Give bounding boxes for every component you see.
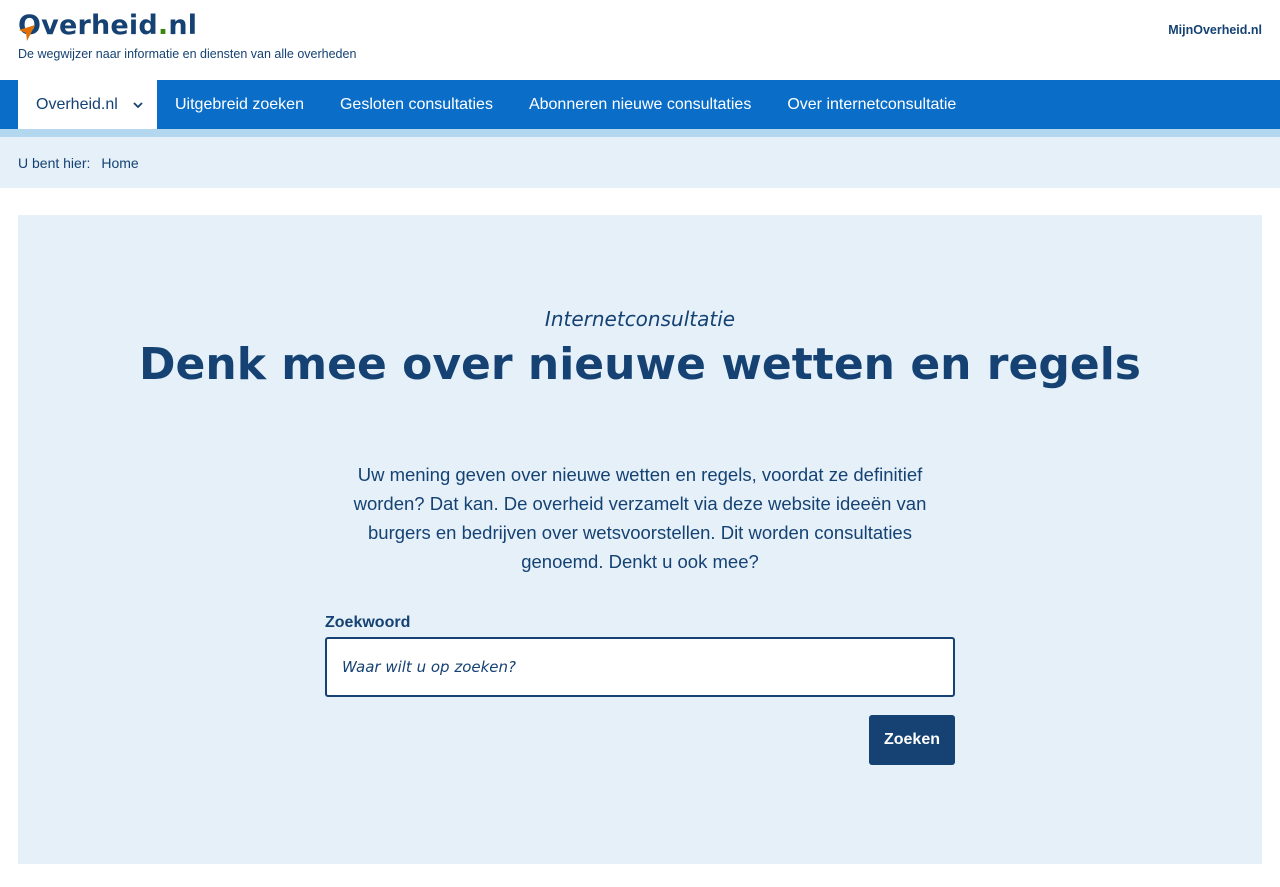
logo-wordmark: Overheid.nl (18, 10, 198, 41)
site-tagline: De wegwijzer naar informatie en diensten… (18, 47, 357, 61)
search-button[interactable]: Zoeken (869, 715, 955, 765)
hero-panel: Internetconsultatie Denk mee over nieuwe… (18, 215, 1262, 864)
chevron-down-icon (133, 101, 143, 108)
hero-intro: Uw mening geven over nieuwe wetten en re… (353, 464, 927, 572)
site-header: Overheid.nl De wegwijzer naar informatie… (0, 0, 1280, 80)
breadcrumb-label: U bent hier: (18, 154, 91, 171)
nav-item-over-internetconsultatie[interactable]: Over internetconsultatie (769, 80, 974, 129)
nav-item-abonneren[interactable]: Abonneren nieuwe consultaties (511, 80, 769, 129)
hero-kicker: Internetconsultatie (544, 307, 736, 331)
search-input[interactable] (325, 637, 955, 697)
nav-item-overheid[interactable]: Overheid.nl (18, 80, 157, 129)
nav-item-label: Overheid.nl (36, 95, 118, 113)
main-navigation: Overheid.nl Uitgebreid zoeken Gesloten c… (0, 80, 1280, 129)
breadcrumb-home-link[interactable]: Home (101, 155, 138, 171)
overheid-logo[interactable]: Overheid.nl (18, 10, 197, 42)
nav-item-gesloten-consultaties[interactable]: Gesloten consultaties (322, 80, 511, 129)
page-title: Denk mee over nieuwe wetten en regels (139, 339, 1141, 390)
search-label: Zoekwoord (325, 614, 411, 631)
logo-arrow-icon (19, 25, 35, 41)
nav-divider (0, 129, 1280, 137)
mijnoverheid-link[interactable]: MijnOverheid.nl (1168, 23, 1262, 37)
nav-item-uitgebreid-zoeken[interactable]: Uitgebreid zoeken (157, 80, 322, 129)
breadcrumb: U bent hier: Home (0, 137, 1280, 188)
